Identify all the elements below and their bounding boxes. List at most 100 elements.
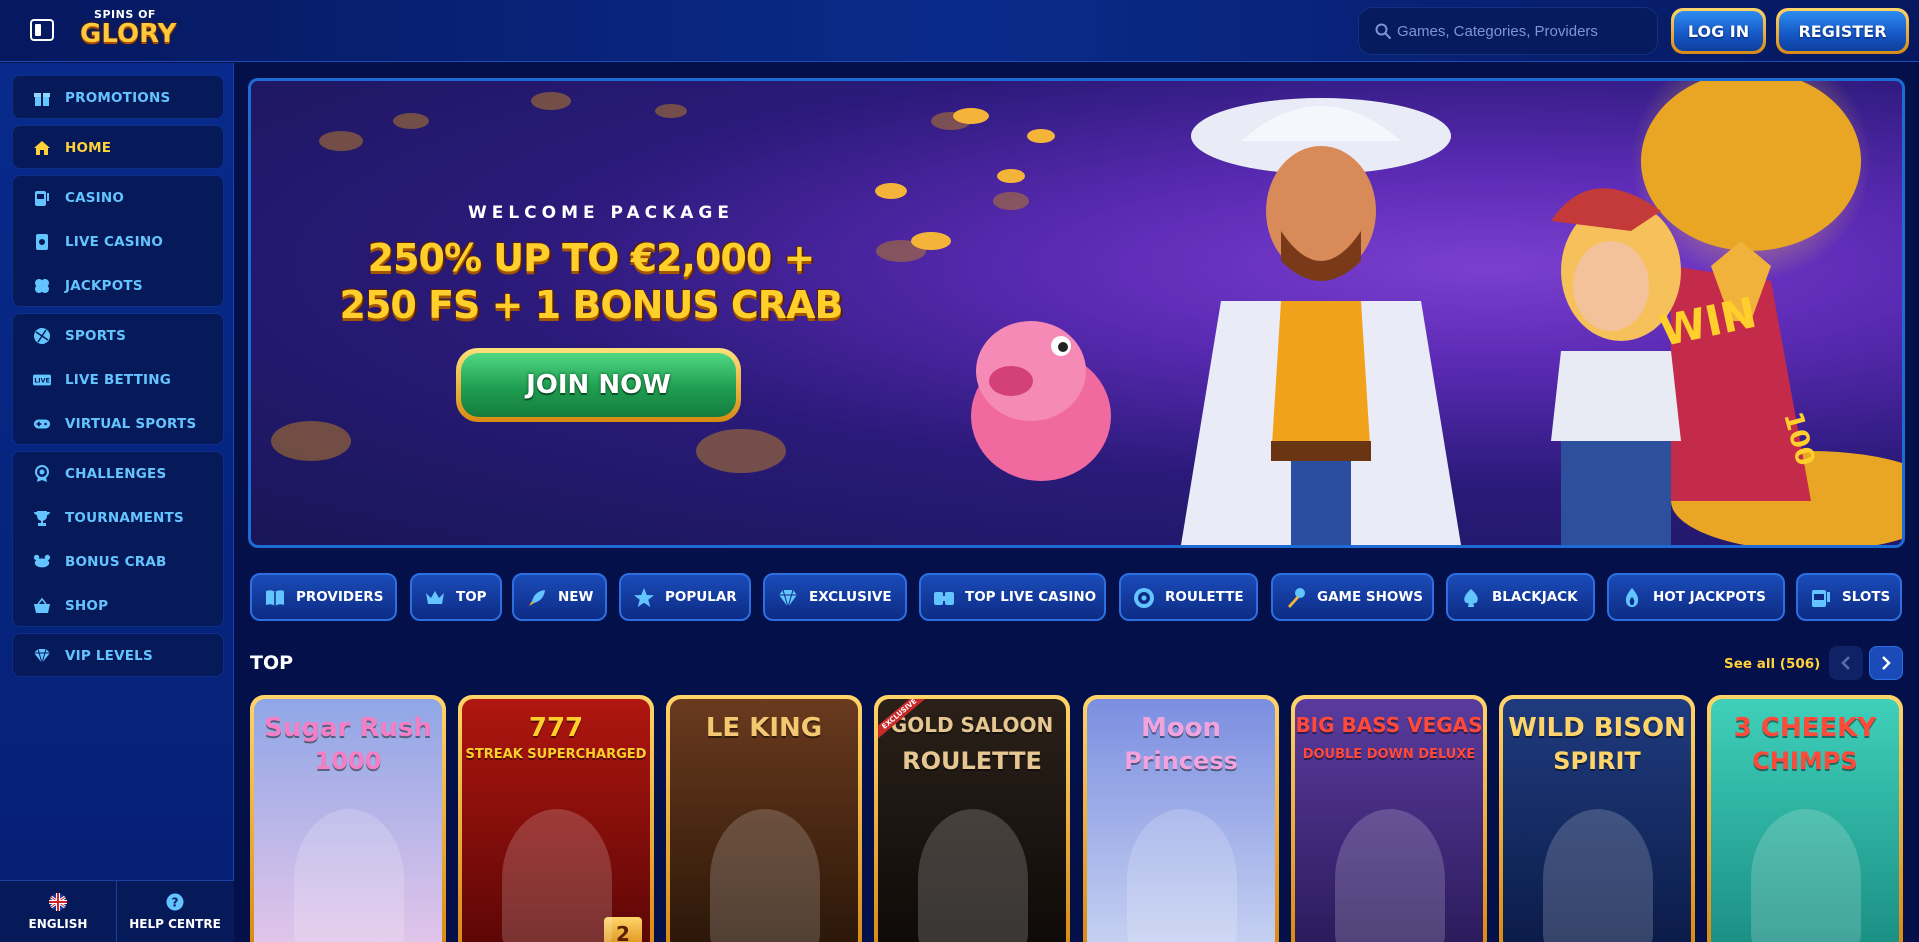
category-chip-label: TOP [456,589,487,605]
sidebar-item-label: JACKPOTS [65,278,143,294]
hero-offer-line2: 250 FS + 1 BONUS CRAB [339,283,844,327]
category-chip-top-live-casino[interactable]: TOP LIVE CASINO [919,573,1106,621]
game-artwork [1543,809,1653,942]
carousel-prev-button[interactable] [1829,646,1863,680]
category-chip-blackjack[interactable]: BLACKJACK [1446,573,1595,621]
sidebar-toggle-icon[interactable] [30,19,54,41]
category-chip-game-shows[interactable]: GAME SHOWS [1271,573,1434,621]
ball-icon [33,327,51,345]
game-title-line2: SPIRIT [1553,747,1641,775]
join-now-button[interactable]: JOIN NOW [456,348,741,422]
category-chip-roulette[interactable]: ROULETTE [1119,573,1258,621]
logo[interactable]: SPINS OF GLORY [80,8,177,54]
sidebar-item-home[interactable]: HOME [13,126,225,170]
register-button[interactable]: REGISTER [1776,8,1909,54]
game-artwork [502,809,612,942]
sidebar-item-challenges[interactable]: CHALLENGES [13,452,225,496]
category-chip-top[interactable]: TOP [410,573,502,621]
sidebar-group-home: HOME [12,125,224,169]
category-chip-popular[interactable]: POPULAR [619,573,751,621]
gem-icon [777,587,799,609]
game-card[interactable]: Sugar Rush 1000 [250,695,446,942]
game-card[interactable]: LE KING [666,695,862,942]
category-chip-exclusive[interactable]: EXCLUSIVE [763,573,907,621]
category-chip-slots[interactable]: SLOTS [1796,573,1902,621]
flame-icon [1621,587,1643,609]
crown-icon [424,587,446,609]
category-chip-providers[interactable]: PROVIDERS [250,573,397,621]
sidebar-group-sports: SPORTS LIVE LIVE BETTING VIRTUAL SPORTS [12,313,224,445]
sidebar-item-casino[interactable]: CASINO [13,176,225,220]
category-chip-label: PROVIDERS [296,589,384,605]
sidebar-item-promotions[interactable]: PROMOTIONS [13,76,225,120]
sidebar-item-label: VIP LEVELS [65,648,153,664]
spade-icon [1460,587,1482,609]
diamond-icon [33,647,51,665]
game-title-line1: Moon [1140,713,1222,743]
category-chip-label: HOT JACKPOTS [1653,589,1766,605]
category-chip-hot-jackpots[interactable]: HOT JACKPOTS [1607,573,1785,621]
sidebar-item-label: BONUS CRAB [65,554,167,570]
live-badge-icon: LIVE [33,371,51,389]
sidebar-group-promotions: PROMOTIONS [12,75,224,119]
game-card[interactable]: WILD BISON SPIRIT [1499,695,1695,942]
sidebar-item-sports[interactable]: SPORTS [13,314,225,358]
game-card[interactable]: Moon Princess [1083,695,1279,942]
sidebar-footer: ENGLISH ? HELP CENTRE [0,880,234,942]
sidebar-item-label: VIRTUAL SPORTS [65,416,197,432]
sidebar-group-casino: CASINO LIVE CASINO JACKPOTS [12,175,224,307]
sidebar-item-live-casino[interactable]: LIVE CASINO [13,220,225,264]
basket-icon [33,597,51,615]
category-chip-new[interactable]: NEW [512,573,607,621]
sidebar-item-label: CASINO [65,190,125,206]
sidebar-item-shop[interactable]: SHOP [13,584,225,628]
category-chip-label: ROULETTE [1165,589,1244,605]
sidebar-item-label: CHALLENGES [65,466,167,482]
join-now-label: JOIN NOW [461,353,736,417]
svg-text:LIVE: LIVE [34,378,50,385]
see-all-link[interactable]: See all (506) [1724,656,1820,672]
language-button[interactable]: ENGLISH [0,881,116,942]
roulette-icon [1133,587,1155,609]
sidebar-item-live-betting[interactable]: LIVE LIVE BETTING [13,358,225,402]
search-input[interactable] [1397,8,1647,54]
game-title-line2: 1000 [314,747,382,775]
game-artwork [294,809,404,942]
game-card[interactable]: BIG BASS VEGAS DOUBLE DOWN DELUXE [1291,695,1487,942]
game-title-line2: ROULETTE [902,747,1042,775]
game-card[interactable]: 3 CHEEKY CHIMPS [1707,695,1903,942]
game-artwork [710,809,820,942]
slot-icon [1810,587,1832,609]
sidebar-item-bonus-crab[interactable]: BONUS CRAB [13,540,225,584]
game-card[interactable]: 777 STREAK SUPERCHARGED 2 [458,695,654,942]
help-centre-button[interactable]: ? HELP CENTRE [117,881,233,942]
game-thumbnail: 3 CHEEKY CHIMPS [1711,699,1899,942]
game-card[interactable]: GOLD SALOON ROULETTE EXCLUSIVE [874,695,1070,942]
gamepad-icon [33,415,51,433]
sidebar-item-vip-levels[interactable]: VIP LEVELS [13,634,225,678]
slot-machine-icon [33,189,51,207]
sidebar-item-tournaments[interactable]: TOURNAMENTS [13,496,225,540]
chevron-left-icon [1841,656,1850,670]
category-chip-label: NEW [558,589,594,605]
login-button[interactable]: LOG IN [1671,8,1766,54]
login-button-label: LOG IN [1674,11,1763,51]
register-button-label: REGISTER [1779,11,1906,51]
sidebar-item-jackpots[interactable]: JACKPOTS [13,264,225,308]
category-chip-label: EXCLUSIVE [809,589,892,605]
carousel-next-button[interactable] [1869,646,1903,680]
logo-main-text: GLORY [80,19,177,49]
sidebar-item-virtual-sports[interactable]: VIRTUAL SPORTS [13,402,225,446]
star-icon [633,587,655,609]
hero-banner[interactable]: WIN 100 WELCOME PACKAGE 250% UP TO €2,00… [248,78,1905,548]
chevron-right-icon [1882,656,1891,670]
help-icon: ? [166,893,184,911]
game-title-line2: Princess [1124,747,1238,775]
clover-icon [33,277,51,295]
game-thumbnail: Moon Princess [1087,699,1275,942]
live-card-icon [33,233,51,251]
search-box[interactable] [1358,7,1658,55]
hero-kicker: WELCOME PACKAGE [467,203,734,223]
game-title-line2: DOUBLE DOWN DELUXE [1302,747,1476,762]
sidebar-item-label: SHOP [65,598,109,614]
